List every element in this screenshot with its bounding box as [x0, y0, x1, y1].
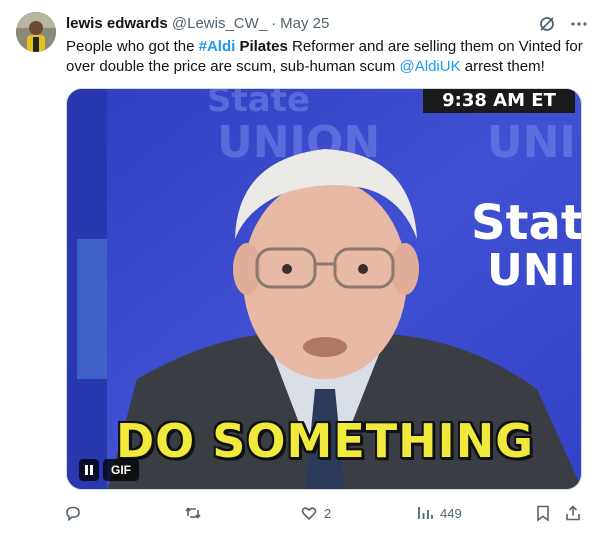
- more-options-icon[interactable]: [570, 15, 588, 33]
- mention-link[interactable]: @AldiUK: [400, 58, 461, 75]
- backdrop-word: UNI: [487, 245, 576, 296]
- tweet-text: People who got the #Aldi Pilates Reforme…: [66, 37, 591, 77]
- display-name[interactable]: lewis edwards: [66, 15, 168, 32]
- heart-icon: [301, 507, 317, 521]
- like-button[interactable]: 2: [300, 502, 331, 524]
- like-count: 2: [324, 505, 332, 521]
- tweet[interactable]: lewis edwards @Lewis_CW_ · May 25 People w…: [0, 0, 604, 536]
- gif-badge: GIF: [103, 459, 139, 481]
- repost-icon: [185, 507, 201, 519]
- gif-media[interactable]: State UNION State UNI UNI 9:38 AM ET DO …: [66, 88, 582, 490]
- tweet-text-part3: arrest them!: [460, 58, 545, 75]
- bookmark-button[interactable]: [534, 502, 552, 524]
- backdrop-word: State: [207, 89, 310, 120]
- tweet-date[interactable]: May 25: [280, 15, 329, 32]
- svg-text:UNI: UNI: [487, 117, 576, 168]
- user-handle[interactable]: @Lewis_CW_: [172, 15, 267, 32]
- views-count: 449: [440, 505, 462, 521]
- backdrop-word: State: [471, 195, 582, 251]
- tweet-header: lewis edwards @Lewis_CW_ · May 25: [66, 14, 588, 34]
- avatar-image: [16, 12, 56, 52]
- gif-controls: GIF: [79, 459, 139, 481]
- grok-icon[interactable]: [538, 15, 556, 33]
- pause-icon: [85, 465, 93, 475]
- time-chip: 9:38 AM ET: [423, 89, 575, 113]
- action-bar: 2 449: [60, 502, 590, 524]
- views-chart-icon: [418, 507, 433, 519]
- tweet-text-part1: People who got the: [66, 38, 199, 55]
- share-icon: [566, 505, 580, 521]
- share-button[interactable]: [564, 502, 582, 524]
- separator: ·: [271, 15, 277, 32]
- hashtag-link[interactable]: #Aldi: [199, 38, 236, 55]
- pause-button[interactable]: [79, 459, 99, 481]
- views-button[interactable]: 449: [416, 502, 462, 524]
- reply-icon: [66, 506, 80, 522]
- avatar[interactable]: [16, 12, 56, 52]
- bookmark-icon: [537, 505, 549, 522]
- gif-caption: DO SOMETHING: [116, 414, 534, 468]
- repost-button[interactable]: [184, 502, 208, 524]
- reply-button[interactable]: [64, 502, 88, 524]
- bold-word: Pilates: [235, 38, 288, 55]
- header-actions: [538, 14, 588, 34]
